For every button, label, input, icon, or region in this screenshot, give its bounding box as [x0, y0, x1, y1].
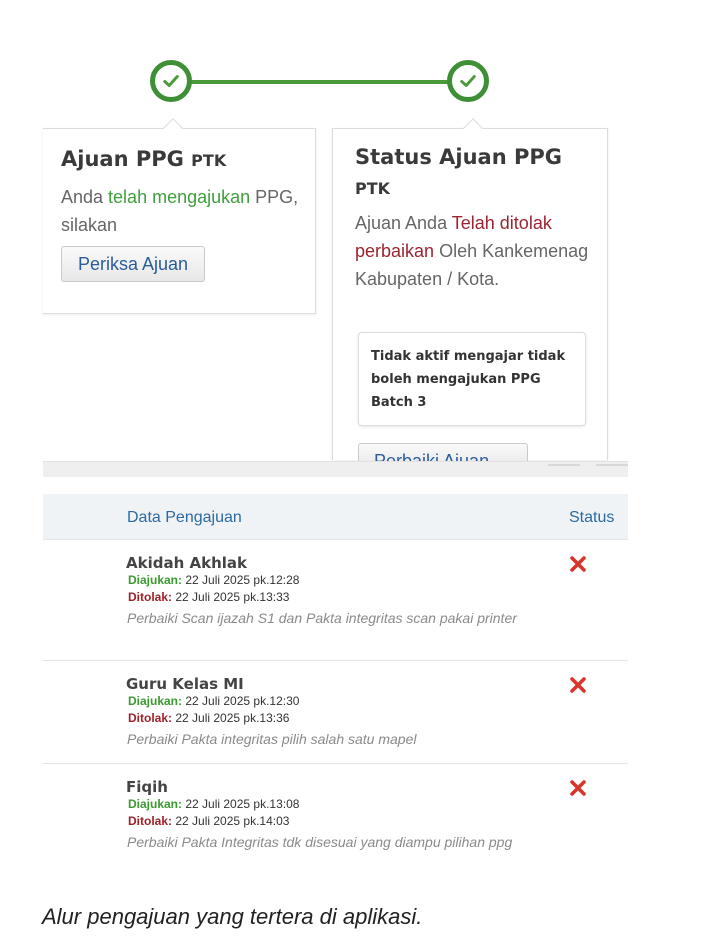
rejected-date: 22 Juli 2025 pk.13:33 [175, 590, 290, 604]
desc-prefix: Anda [61, 187, 109, 207]
image-caption: Alur pengajuan yang tertera di aplikasi. [42, 904, 423, 929]
rejected-label: Ditolak: [128, 590, 173, 604]
row-submitted: Diajukan: 22 Juli 2025 pk.12:28 [128, 573, 299, 587]
row-submitted: Diajukan: 22 Juli 2025 pk.13:08 [128, 797, 299, 811]
row-rejected: Ditolak: 22 Juli 2025 pk.13:33 [128, 590, 289, 604]
table-row: Guru Kelas MI Diajukan: 22 Juli 2025 pk.… [43, 661, 628, 764]
card-title: Ajuan PPG PTK [61, 147, 226, 171]
step-status-complete [447, 60, 489, 102]
column-header-status: Status [569, 509, 615, 526]
row-note: Perbaiki Pakta Integritas tdk disesuai y… [127, 834, 513, 850]
card-ajuan-ppg: Ajuan PPG PTK Anda telah mengajukan PPG,… [43, 118, 316, 314]
submitted-date: 22 Juli 2025 pk.12:28 [185, 573, 300, 587]
row-subject: Akidah Akhlak [126, 554, 247, 572]
rejected-date: 22 Juli 2025 pk.14:03 [175, 814, 290, 828]
button-label: Perbaiki Ajuan [374, 451, 490, 461]
screenshot-divider [43, 461, 628, 477]
submitted-label: Diajukan: [128, 797, 183, 811]
rejected-x-icon [569, 676, 587, 694]
row-subject: Guru Kelas MI [126, 675, 244, 693]
card-description: Anda telah mengajukan PPG, silakan [61, 183, 301, 239]
card-title-text: Ajuan PPG [61, 147, 184, 171]
perbaiki-ajuan-button[interactable]: Perbaiki Ajuan [358, 443, 528, 461]
row-rejected: Ditolak: 22 Juli 2025 pk.13:36 [128, 711, 289, 725]
divider-tab [548, 464, 580, 466]
desc-prefix: Ajuan Anda [355, 213, 452, 233]
card-description: Ajuan Anda Telah ditolak perbaikan Oleh … [355, 209, 595, 293]
submitted-label: Diajukan: [128, 573, 183, 587]
column-header-data: Data Pengajuan [127, 509, 242, 526]
rejected-label: Ditolak: [128, 711, 173, 725]
submitted-label: Diajukan: [128, 694, 183, 708]
row-note: Perbaiki Scan ijazah S1 dan Pakta integr… [127, 610, 517, 626]
submitted-date: 22 Juli 2025 pk.13:08 [185, 797, 300, 811]
table-header: Data Pengajuan Status [43, 494, 628, 540]
row-submitted: Diajukan: 22 Juli 2025 pk.12:30 [128, 694, 299, 708]
rejection-note: Tidak aktif mengajar tidak boleh mengaju… [358, 332, 586, 426]
card-title-small: PTK [191, 151, 227, 170]
step-ajuan-complete [150, 60, 192, 102]
rejected-x-icon [569, 555, 587, 573]
rejected-label: Ditolak: [128, 814, 173, 828]
periksa-ajuan-button[interactable]: Periksa Ajuan [61, 246, 206, 282]
divider-tab [596, 464, 628, 466]
row-subject: Fiqih [126, 778, 168, 796]
table-row: Fiqih Diajukan: 22 Juli 2025 pk.13:08 Di… [43, 764, 628, 870]
desc-highlight: telah mengajukan [108, 187, 251, 207]
progress-line [190, 80, 452, 84]
card-status-ajuan: Status Ajuan PPG PTK Ajuan Anda Telah di… [332, 118, 608, 461]
card-title: Status Ajuan PPG [355, 145, 562, 169]
row-note: Perbaiki Pakta integritas pilih salah sa… [127, 731, 417, 747]
card-pointer [163, 118, 183, 138]
card-pointer [463, 118, 483, 138]
rejected-date: 22 Juli 2025 pk.13:36 [175, 711, 290, 725]
check-icon [460, 75, 476, 87]
table-row: Akidah Akhlak Diajukan: 22 Juli 2025 pk.… [43, 540, 628, 661]
rejected-x-icon [569, 779, 587, 797]
check-icon [163, 75, 179, 87]
card-subtitle: PTK [355, 179, 391, 198]
submitted-date: 22 Juli 2025 pk.12:30 [185, 694, 300, 708]
row-rejected: Ditolak: 22 Juli 2025 pk.14:03 [128, 814, 289, 828]
